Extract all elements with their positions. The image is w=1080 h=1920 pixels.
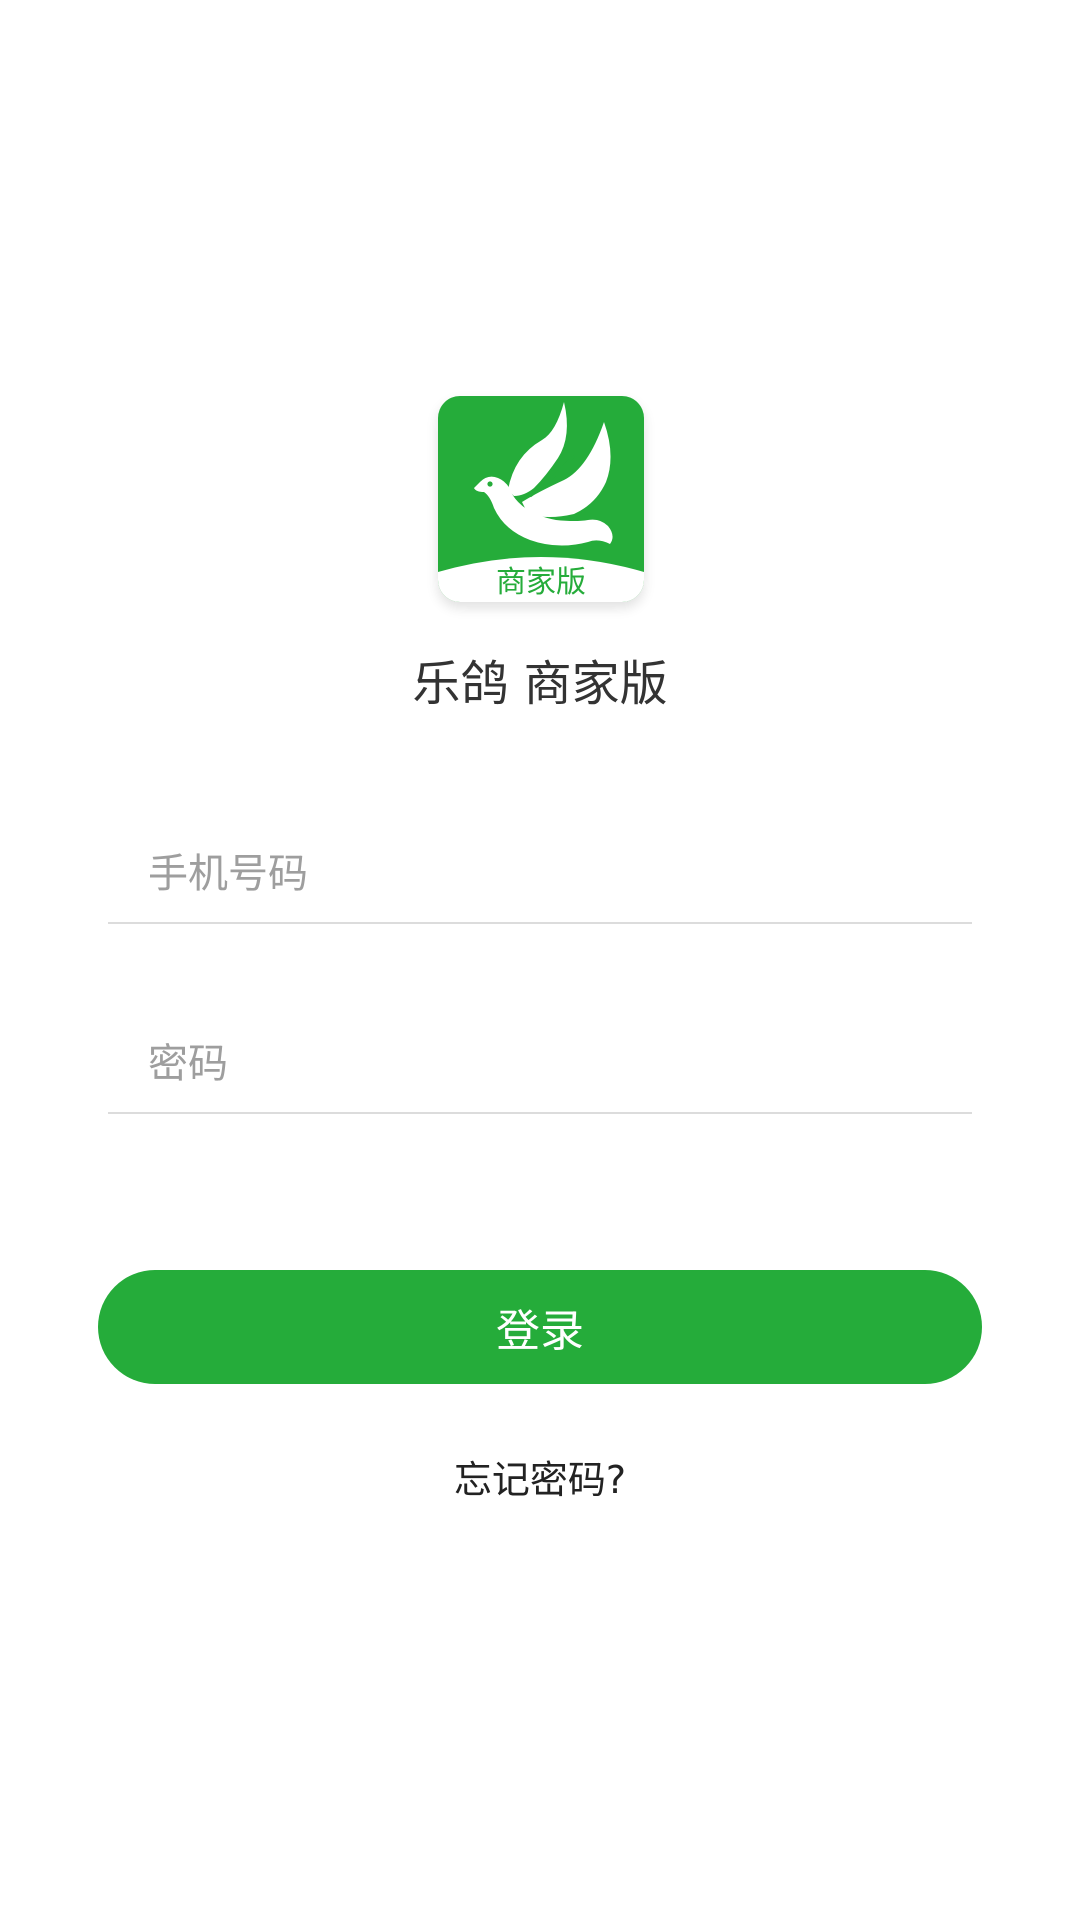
forgot-password-link[interactable]: 忘记密码? (0, 1452, 1080, 1508)
dove-logo-icon: 商家版 (438, 396, 644, 602)
password-field (108, 1016, 972, 1114)
phone-field (108, 826, 972, 924)
app-logo: 商家版 (438, 396, 644, 602)
logo-badge-text: 商家版 (496, 565, 586, 600)
app-title: 乐鸽 商家版 (412, 656, 668, 712)
login-button[interactable]: 登录 (98, 1270, 982, 1384)
password-input[interactable] (148, 1030, 952, 1098)
phone-input[interactable] (148, 840, 952, 908)
